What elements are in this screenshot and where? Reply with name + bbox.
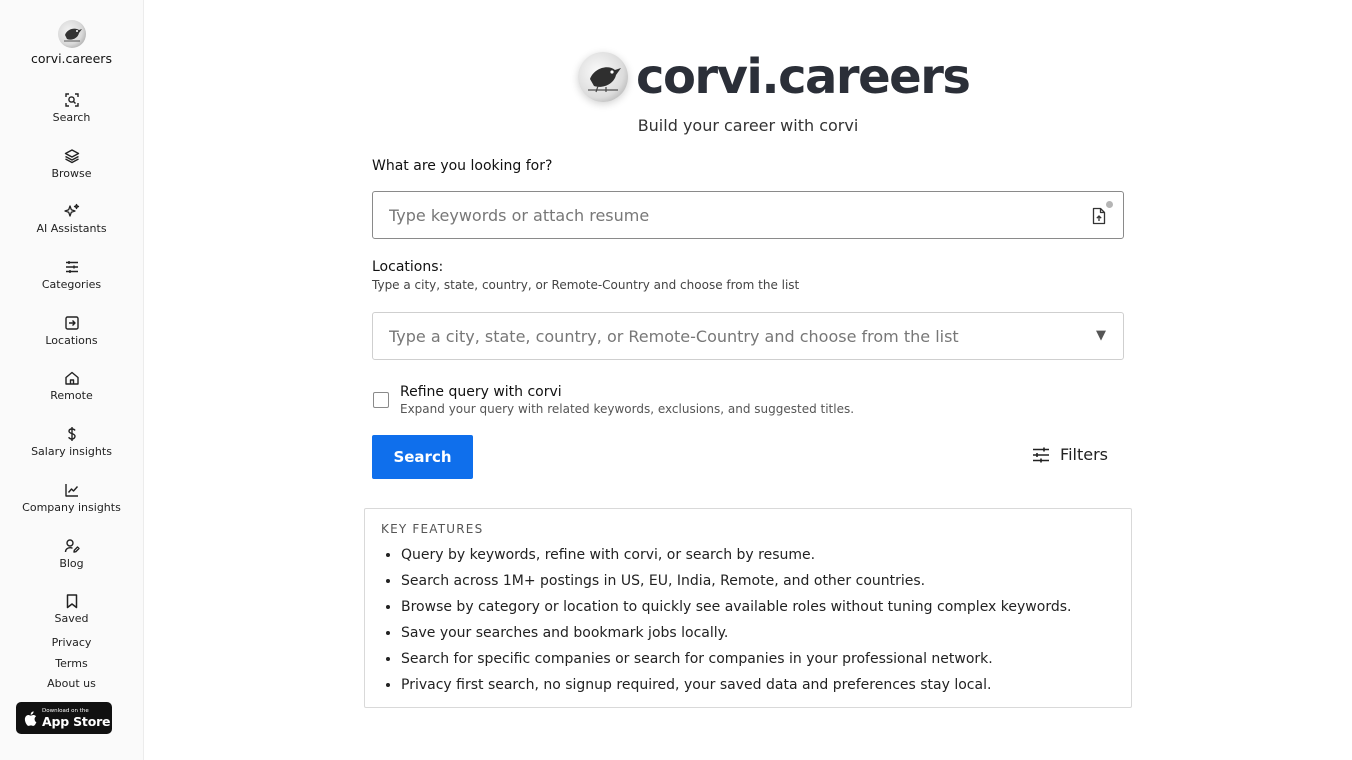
sidebar-item-label: Remote	[50, 389, 93, 403]
refine-checkbox[interactable]	[373, 392, 389, 408]
brand-name: corvi.careers	[31, 51, 112, 66]
hero: corvi.careers	[578, 49, 971, 105]
sidebar: corvi.careers Search Browse AI Assistant…	[0, 0, 144, 760]
refine-description: Expand your query with related keywords,…	[400, 402, 855, 416]
refine-text: Refine query with corvi Expand your quer…	[400, 384, 854, 416]
features-list: Query by keywords, refine with corvi, or…	[381, 542, 1115, 698]
status-dot	[1106, 201, 1113, 208]
footer-links: Privacy Terms About us	[0, 633, 143, 695]
query-input[interactable]	[389, 205, 1049, 225]
filters-button[interactable]: Filters	[1032, 445, 1108, 464]
locations-field[interactable]: ▼	[372, 312, 1124, 360]
chart-line-icon	[64, 483, 78, 497]
sidebar-item-label: Salary insights	[31, 445, 112, 459]
about-link[interactable]: About us	[0, 674, 143, 695]
sidebar-item-browse[interactable]: Browse	[0, 148, 143, 202]
list-item: Browse by category or location to quickl…	[401, 594, 1115, 620]
locations-label: Locations:	[372, 259, 444, 275]
sidebar-item-label: AI Assistants	[36, 222, 107, 236]
search-button[interactable]: Search	[372, 435, 473, 479]
apple-icon	[24, 710, 37, 726]
sidebar-item-label: Company insights	[22, 500, 121, 514]
sidebar-item-categories[interactable]: Categories	[0, 259, 143, 313]
app-store-big-text: App Store	[42, 713, 111, 729]
features-title: Key Features	[381, 522, 484, 536]
query-label: What are you looking for?	[372, 158, 553, 174]
list-item: Search across 1M+ postings in US, EU, In…	[401, 568, 1115, 594]
key-features: Key Features Query by keywords, refine w…	[364, 508, 1132, 708]
tagline: Build your career with corvi	[637, 116, 859, 135]
sidebar-item-label: Saved	[54, 612, 89, 626]
sidebar-item-remote[interactable]: Remote	[0, 370, 143, 424]
terms-link[interactable]: Terms	[0, 654, 143, 675]
search-form: What are you looking for? Locations: Typ…	[372, 158, 1124, 479]
sidebar-item-blog[interactable]: Blog	[0, 538, 143, 592]
attach-file-icon[interactable]	[1091, 207, 1107, 225]
sidebar-item-label: Blog	[59, 556, 84, 570]
sidebar-item-label: Search	[52, 111, 91, 124]
main-content: corvi.careers Build your career with cor…	[144, 0, 1352, 760]
crow-logo-icon	[57, 20, 86, 48]
dollar-icon	[67, 427, 76, 442]
filters-icon	[1033, 447, 1050, 462]
sparkles-icon	[63, 204, 79, 218]
list-item: Privacy first search, no signup required…	[401, 672, 1115, 698]
form-actions: Search Filters	[372, 435, 1124, 479]
refine-option: Refine query with corvi Expand your quer…	[372, 384, 1124, 416]
app: corvi.careers Search Browse AI Assistant…	[0, 0, 1352, 760]
refine-title: Refine query with corvi	[400, 384, 562, 400]
sidebar-item-ai-assistants[interactable]: AI Assistants	[0, 203, 143, 257]
sidebar-item-locations[interactable]: Locations	[0, 315, 143, 369]
crow-logo-icon	[578, 52, 628, 102]
enter-icon	[64, 316, 79, 330]
home-icon	[64, 372, 79, 386]
locations-input[interactable]	[389, 326, 1049, 346]
sidebar-item-label: Browse	[51, 166, 92, 180]
app-store-badge[interactable]: Download on the App Store	[16, 702, 112, 734]
sidebar-nav: Search Browse AI Assistants Categories L…	[0, 90, 143, 647]
locations-hint: Type a city, state, country, or Remote-C…	[372, 278, 800, 292]
filters-label: Filters	[1060, 445, 1108, 464]
list-item: Save your searches and bookmark jobs loc…	[401, 620, 1115, 646]
user-pen-icon	[64, 538, 80, 553]
sliders-icon	[65, 261, 78, 274]
list-item: Search for specific companies or search …	[401, 646, 1115, 672]
sidebar-item-search[interactable]: Search	[0, 92, 143, 146]
sidebar-item-label: Categories	[41, 278, 102, 292]
chevron-down-icon[interactable]: ▼	[1096, 328, 1106, 343]
page-title: corvi.careers	[636, 49, 971, 105]
query-field[interactable]	[372, 191, 1124, 239]
sidebar-item-company-insights[interactable]: Company insights	[0, 482, 143, 536]
sidebar-item-label: Locations	[45, 333, 98, 347]
search-icon	[64, 93, 79, 107]
bookmark-icon	[66, 594, 77, 609]
brand[interactable]: corvi.careers	[0, 20, 143, 66]
list-item: Query by keywords, refine with corvi, or…	[401, 542, 1115, 568]
layers-icon	[64, 148, 79, 163]
sidebar-item-salary-insights[interactable]: Salary insights	[0, 426, 143, 480]
privacy-link[interactable]: Privacy	[0, 633, 143, 654]
